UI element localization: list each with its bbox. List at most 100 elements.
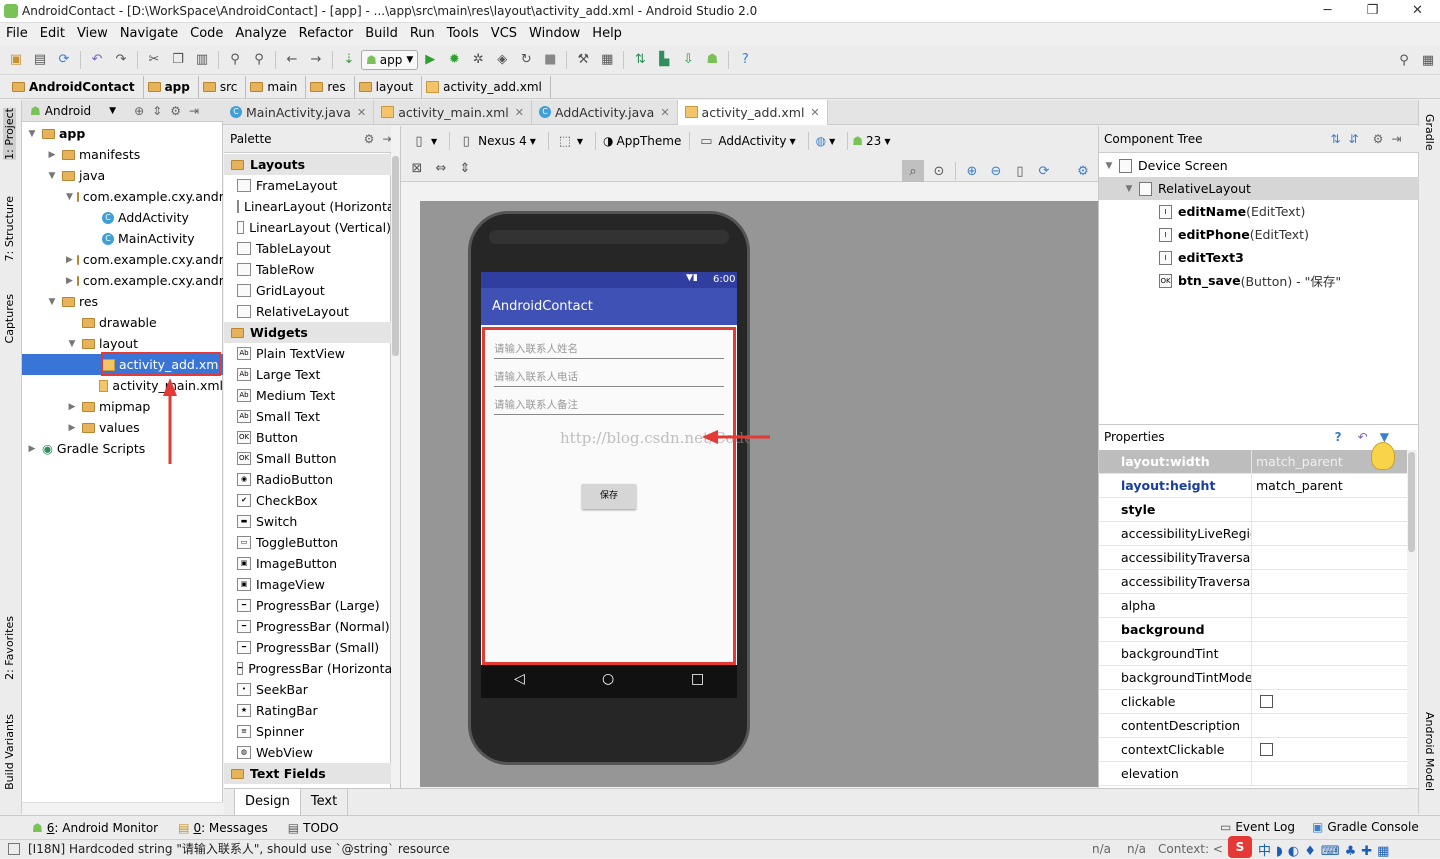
component-tree-item[interactable]: ▼ Device Screen: [1099, 154, 1419, 177]
activity-select[interactable]: AddActivity: [718, 134, 786, 148]
expanded-arrow-icon[interactable]: ▼: [1123, 184, 1135, 194]
property-row[interactable]: accessibilityLiveRegion: [1099, 522, 1407, 546]
layout-icon[interactable]: ▦: [1419, 51, 1437, 69]
palette-item[interactable]: ▭ ToggleButton: [224, 532, 391, 553]
zoom-out-icon[interactable]: ⊖: [987, 162, 1005, 180]
stop-icon[interactable]: ■: [541, 51, 559, 69]
palette-item[interactable]: OK Button: [224, 427, 391, 448]
close-tab-icon[interactable]: ✕: [357, 106, 366, 119]
property-row[interactable]: backgroundTint: [1099, 642, 1407, 666]
property-row[interactable]: elevation: [1099, 762, 1407, 786]
palette-item[interactable]: Ab Medium Text: [224, 385, 391, 406]
palette-item[interactable]: RelativeLayout: [224, 301, 391, 322]
close-tab-icon[interactable]: ✕: [810, 106, 819, 119]
tool-tab-build-variants[interactable]: Build Variants: [3, 714, 16, 790]
palette-item[interactable]: GridLayout: [224, 280, 391, 301]
palette-item[interactable]: LinearLayout (Vertical): [224, 217, 391, 238]
tool-tab-project[interactable]: 1: Project: [3, 108, 16, 160]
chevron-down-icon[interactable]: ▼: [884, 137, 890, 146]
component-tree-item[interactable]: ▼ RelativeLayout: [1099, 177, 1419, 200]
collapsed-arrow-icon[interactable]: ▶: [66, 276, 73, 286]
palette-item[interactable]: TableRow: [224, 259, 391, 280]
android-device-monitor-icon[interactable]: ☗: [703, 51, 721, 69]
horizontal-resize-icon[interactable]: ⇔: [432, 159, 450, 177]
menu-help[interactable]: Help: [586, 23, 628, 44]
tab-text[interactable]: Text: [301, 788, 349, 815]
help-icon[interactable]: ?: [1335, 430, 1342, 444]
collapse-all-icon[interactable]: ⇕: [152, 104, 162, 118]
tool-messages[interactable]: ▤ 0: Messages: [178, 821, 268, 835]
recents-nav-icon[interactable]: □: [691, 671, 704, 687]
expanded-arrow-icon[interactable]: ▼: [46, 297, 58, 307]
chevron-down-icon[interactable]: ▼: [577, 137, 583, 146]
property-value[interactable]: [1252, 762, 1407, 785]
tab-design[interactable]: Design: [234, 788, 301, 815]
property-value[interactable]: match_parent: [1252, 474, 1407, 497]
debug-icon[interactable]: ✹: [445, 51, 463, 69]
menu-edit[interactable]: Edit: [34, 23, 71, 44]
sdk-manager-icon[interactable]: ▦: [598, 51, 616, 69]
project-view-select[interactable]: Android: [45, 104, 91, 118]
palette-item[interactable]: ◉ RadioButton: [224, 469, 391, 490]
palette-category[interactable]: Text Fields: [224, 763, 391, 784]
menu-build[interactable]: Build: [359, 23, 404, 44]
tool-tab-favorites[interactable]: 2: Favorites: [3, 616, 16, 680]
search-everywhere-icon[interactable]: ⚲: [1395, 51, 1413, 69]
tree-item[interactable]: activity_main.xml: [22, 375, 223, 396]
palette-category[interactable]: Layouts: [224, 154, 391, 175]
property-row[interactable]: accessibilityTraversalAfter: [1099, 546, 1407, 570]
palette-item[interactable]: TableLayout: [224, 238, 391, 259]
breadcrumb-src[interactable]: src: [199, 75, 247, 99]
palette-item[interactable]: LinearLayout (Horizontal): [224, 196, 391, 217]
coverage-icon[interactable]: ◈: [493, 51, 511, 69]
gear-icon[interactable]: ⚙: [170, 104, 181, 118]
edit-note-field[interactable]: 请输入联系人备注: [494, 397, 724, 415]
property-value[interactable]: [1252, 690, 1407, 713]
edit-phone-field[interactable]: 请输入联系人电话: [494, 369, 724, 387]
menu-vcs[interactable]: VCS: [485, 23, 523, 44]
collapsed-arrow-icon[interactable]: ▶: [66, 255, 73, 265]
zoom-fit-icon[interactable]: ⊠: [408, 159, 426, 177]
tree-item[interactable]: ▶ com.example.cxy.androidcontact: [22, 249, 223, 270]
menu-analyze[interactable]: Analyze: [229, 23, 292, 44]
tool-gradle-console[interactable]: ▣ Gradle Console: [1312, 820, 1419, 834]
component-tree-item[interactable]: IeditPhone (EditText): [1099, 223, 1419, 246]
pan-zoom-icon[interactable]: ⌕: [902, 160, 924, 182]
expanded-arrow-icon[interactable]: ▼: [26, 129, 38, 139]
menu-refactor[interactable]: Refactor: [293, 23, 360, 44]
tree-item[interactable]: C AddActivity: [22, 207, 223, 228]
chevron-down-icon[interactable]: ▼: [789, 137, 795, 146]
property-value[interactable]: [1252, 498, 1407, 521]
property-row[interactable]: backgroundTintMode: [1099, 666, 1407, 690]
chevron-down-icon[interactable]: ▼: [431, 137, 437, 146]
scroll-thumb[interactable]: [392, 156, 399, 356]
tree-item[interactable]: drawable: [22, 312, 223, 333]
home-nav-icon[interactable]: ○: [602, 671, 614, 687]
breadcrumb-file[interactable]: activity_add.xml: [422, 75, 551, 99]
editor-tab[interactable]: C AddActivity.java ✕: [532, 99, 678, 125]
cut-icon[interactable]: ✂: [145, 51, 163, 69]
tree-item[interactable]: ▼ java: [22, 165, 223, 186]
menu-run[interactable]: Run: [404, 23, 441, 44]
zoom-in-icon[interactable]: ⊕: [963, 162, 981, 180]
edit-name-field[interactable]: 请输入联系人姓名: [494, 341, 724, 359]
menu-tools[interactable]: Tools: [441, 23, 485, 44]
palette-item[interactable]: OK Small Button: [224, 448, 391, 469]
palette-item[interactable]: Ab Large Text: [224, 364, 391, 385]
editor-tab[interactable]: activity_main.xml ✕: [374, 99, 532, 125]
property-checkbox[interactable]: [1260, 743, 1273, 756]
locale-globe-icon[interactable]: ◍: [816, 134, 826, 148]
hide-panel-icon[interactable]: ⇥: [189, 104, 199, 118]
back-nav-icon[interactable]: ◁: [514, 671, 525, 687]
refresh-icon[interactable]: ⟳: [1035, 162, 1053, 180]
minimize-button[interactable]: ─: [1305, 0, 1350, 22]
menu-navigate[interactable]: Navigate: [114, 23, 184, 44]
theme-select[interactable]: AppTheme: [617, 134, 682, 148]
tool-todo[interactable]: ▤ TODO: [288, 821, 339, 835]
palette-item[interactable]: ━ ProgressBar (Horizontal): [224, 658, 391, 679]
run-config-select[interactable]: ☗ app ▼: [361, 49, 419, 70]
expanded-arrow-icon[interactable]: ▼: [46, 171, 58, 181]
property-value[interactable]: [1252, 546, 1407, 569]
component-tree-item[interactable]: IeditText3: [1099, 246, 1419, 269]
tool-tab-gradle[interactable]: Gradle: [1423, 114, 1436, 151]
